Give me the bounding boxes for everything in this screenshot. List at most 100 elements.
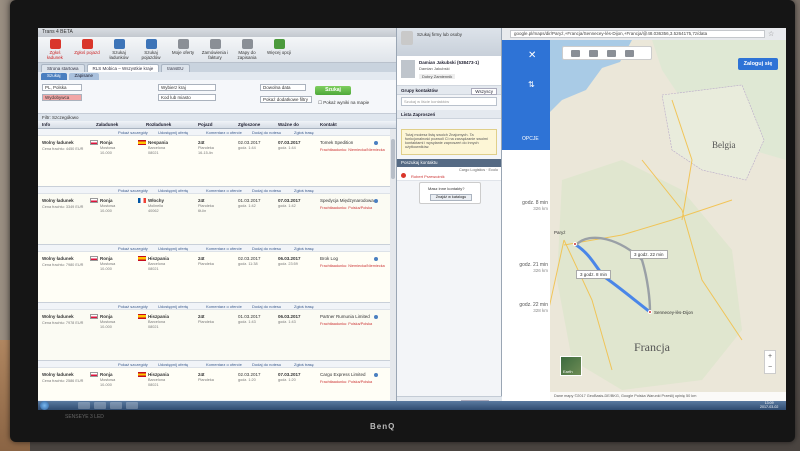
taskbar-clock[interactable]: 13:09 2017-03-02 [760, 401, 778, 410]
offer-action-link[interactable]: Zgłoś trasę [294, 246, 314, 251]
invites-header[interactable]: Lista Zaproszeń [397, 110, 501, 119]
show-on-map-checkbox[interactable]: Pokaż wyniki na mapie [318, 100, 369, 106]
earth-view-toggle[interactable]: Earth [560, 356, 582, 376]
date-field[interactable]: Dowolna data [260, 84, 306, 91]
app-tab[interactable]: Strona startowa [41, 64, 85, 72]
destination-pin-icon[interactable] [648, 310, 652, 314]
contact-company[interactable]: Spedycja Międzynarodowa [320, 198, 374, 203]
offer-action-link[interactable]: Pokaż szczegóły [118, 362, 148, 367]
search-button[interactable]: Szukaj [315, 86, 351, 95]
to-region-field[interactable]: Wybierz kraj [158, 84, 216, 91]
app-tab[interactable]: transEU [161, 64, 190, 72]
column-header[interactable]: Info [42, 122, 50, 127]
find-contact-bar[interactable]: Poszukaj kontaktu [397, 159, 501, 167]
contact-item[interactable]: Cargo Logistics · Ecolo Robert Przewoźni… [397, 167, 501, 181]
offer-row[interactable]: Pokaż szczegóły Udostępnij ofertę Komentar… [38, 245, 390, 303]
find-in-catalog-button[interactable]: Znajdź w katalogu [430, 194, 472, 201]
taskbar-app-icon[interactable] [110, 402, 122, 409]
taskbar-app-icon[interactable] [94, 402, 106, 409]
transit-icon[interactable] [589, 50, 598, 57]
column-header[interactable]: Pojazd [198, 122, 213, 127]
walk-icon[interactable] [607, 50, 616, 57]
column-header[interactable]: Zgłoszone [238, 122, 260, 127]
ribbon-button[interactable]: Mapy do zapisania [233, 39, 261, 60]
column-header[interactable]: Załadunek [96, 122, 118, 127]
groups-filter-dropdown[interactable]: Wszyscy [471, 88, 497, 95]
contact-company[interactable]: Cargo Express Limited [320, 372, 366, 377]
map-view[interactable]: ✕ ⇅ OPCJE godz. 8 min 326 km godz. 21 mi… [502, 40, 786, 401]
info-icon[interactable] [374, 257, 378, 261]
zoom-control[interactable]: + − [764, 350, 776, 374]
taskbar-app-icon[interactable] [126, 402, 138, 409]
offer-row[interactable]: Pokaż szczegóły Udostępnij ofertę Komentar… [38, 129, 390, 187]
info-icon[interactable] [374, 315, 378, 319]
from-city-field[interactable]: Wydobywca [42, 94, 82, 101]
extra-filters-dropdown[interactable]: Pokaż dodatkowe filtry [260, 96, 312, 103]
taskbar-app-icon[interactable] [78, 402, 90, 409]
offer-action-link[interactable]: Komentarz o ofercie [206, 246, 242, 251]
offer-action-link[interactable]: Komentarz o ofercie [206, 304, 242, 309]
swap-icon[interactable]: ⇅ [528, 80, 535, 89]
ribbon-button[interactable]: Zamówienia i faktury [201, 39, 229, 60]
offer-action-link[interactable]: Zgłoś trasę [294, 188, 314, 193]
route-time-box[interactable]: 3 godz. 22 min [630, 250, 668, 259]
close-icon[interactable]: ✕ [528, 50, 536, 61]
ribbon-button[interactable]: Moje oferty [169, 39, 197, 60]
offer-action-link[interactable]: Udostępnij ofertę [158, 362, 188, 367]
offer-action-link[interactable]: Dodaj do notesu [252, 362, 281, 367]
offer-action-link[interactable]: Komentarz o ofercie [206, 188, 242, 193]
route-time-box[interactable]: 3 godz. 8 min [576, 270, 612, 279]
offer-action-link[interactable]: Dodaj do notesu [252, 188, 281, 193]
ribbon-button[interactable]: Szukaj ładunków [105, 39, 133, 60]
origin-pin-icon[interactable] [573, 242, 577, 246]
to-city-field[interactable]: Kod lub miasto [158, 94, 216, 101]
route-option-2[interactable]: godz. 21 min 326 km [502, 262, 550, 273]
flight-icon[interactable] [625, 50, 634, 57]
offer-action-link[interactable]: Zgłoś trasę [294, 130, 314, 135]
app-tab[interactable]: RLS Mobica – Wszystkie kraje [86, 64, 160, 72]
offer-action-link[interactable]: Komentarz o ofercie [206, 362, 242, 367]
contact-company[interactable]: Partner Rumunia Limited [320, 314, 370, 319]
route-option-1[interactable]: godz. 8 min 326 km [502, 200, 550, 211]
start-button[interactable] [40, 401, 49, 410]
contact-company[interactable]: Brok Log [320, 256, 338, 261]
offer-row[interactable]: Pokaż szczegóły Udostępnij ofertę Komentar… [38, 303, 390, 361]
offer-row[interactable]: Pokaż szczegóły Udostępnij ofertę Komentar… [38, 361, 390, 400]
car-icon[interactable] [571, 50, 580, 57]
zoom-in-icon[interactable]: + [765, 351, 775, 362]
subtab-saved[interactable]: Zapisane [68, 73, 100, 80]
offer-action-link[interactable]: Pokaż szczegóły [118, 246, 148, 251]
route-option-3[interactable]: godz. 22 min 328 km [502, 302, 550, 313]
options-button[interactable]: OPCJE [522, 136, 539, 142]
offer-action-link[interactable]: Zgłoś trasę [294, 362, 314, 367]
offer-action-link[interactable]: Udostępnij ofertę [158, 130, 188, 135]
column-header[interactable]: Rozładunek [146, 122, 171, 127]
offer-action-link[interactable]: Udostępnij ofertę [158, 304, 188, 309]
offer-action-link[interactable]: Udostępnij ofertę [158, 188, 188, 193]
contacts-search-input[interactable]: Szukaj w liście kontaktów [401, 97, 497, 106]
offer-action-link[interactable]: Udostępnij ofertę [158, 246, 188, 251]
info-icon[interactable] [374, 199, 378, 203]
address-bar[interactable]: google.pl/maps/dir/Paryż,+Francja/Sennec… [510, 30, 765, 38]
offer-action-link[interactable]: Zgłoś trasę [294, 304, 314, 309]
offer-action-link[interactable]: Dodaj do notesu [252, 304, 281, 309]
offer-row[interactable]: Pokaż szczegóły Udostępnij ofertę Komentar… [38, 187, 390, 245]
offer-action-link[interactable]: Pokaż szczegóły [118, 188, 148, 193]
offer-action-link[interactable]: Pokaż szczegóły [118, 130, 148, 135]
contact-company[interactable]: Tomek Spedition [320, 140, 353, 145]
column-header[interactable]: Kontakt [320, 122, 337, 127]
offer-action-link[interactable]: Komentarz o ofercie [206, 130, 242, 135]
offer-action-link[interactable]: Pokaż szczegóły [118, 304, 148, 309]
login-button[interactable]: Zaloguj się [738, 58, 778, 70]
info-icon[interactable] [374, 373, 378, 377]
bookmark-star-icon[interactable]: ☆ [768, 30, 774, 38]
offer-action-link[interactable]: Dodaj do notesu [252, 130, 281, 135]
ribbon-button[interactable]: Więcej opcji [265, 39, 293, 60]
from-country-field[interactable]: PL, Polska [42, 84, 82, 91]
zoom-out-icon[interactable]: − [765, 362, 775, 373]
user-status[interactable]: Dobry Zamiennik [419, 74, 456, 79]
ribbon-button[interactable]: Zgłoś pojazd [73, 39, 101, 60]
ribbon-button[interactable]: Szukaj pojazdów [137, 39, 165, 60]
subtab-search[interactable]: Szukaj [41, 73, 67, 80]
messenger-search-label[interactable]: Szukaj firmy lub osoby [417, 32, 462, 37]
